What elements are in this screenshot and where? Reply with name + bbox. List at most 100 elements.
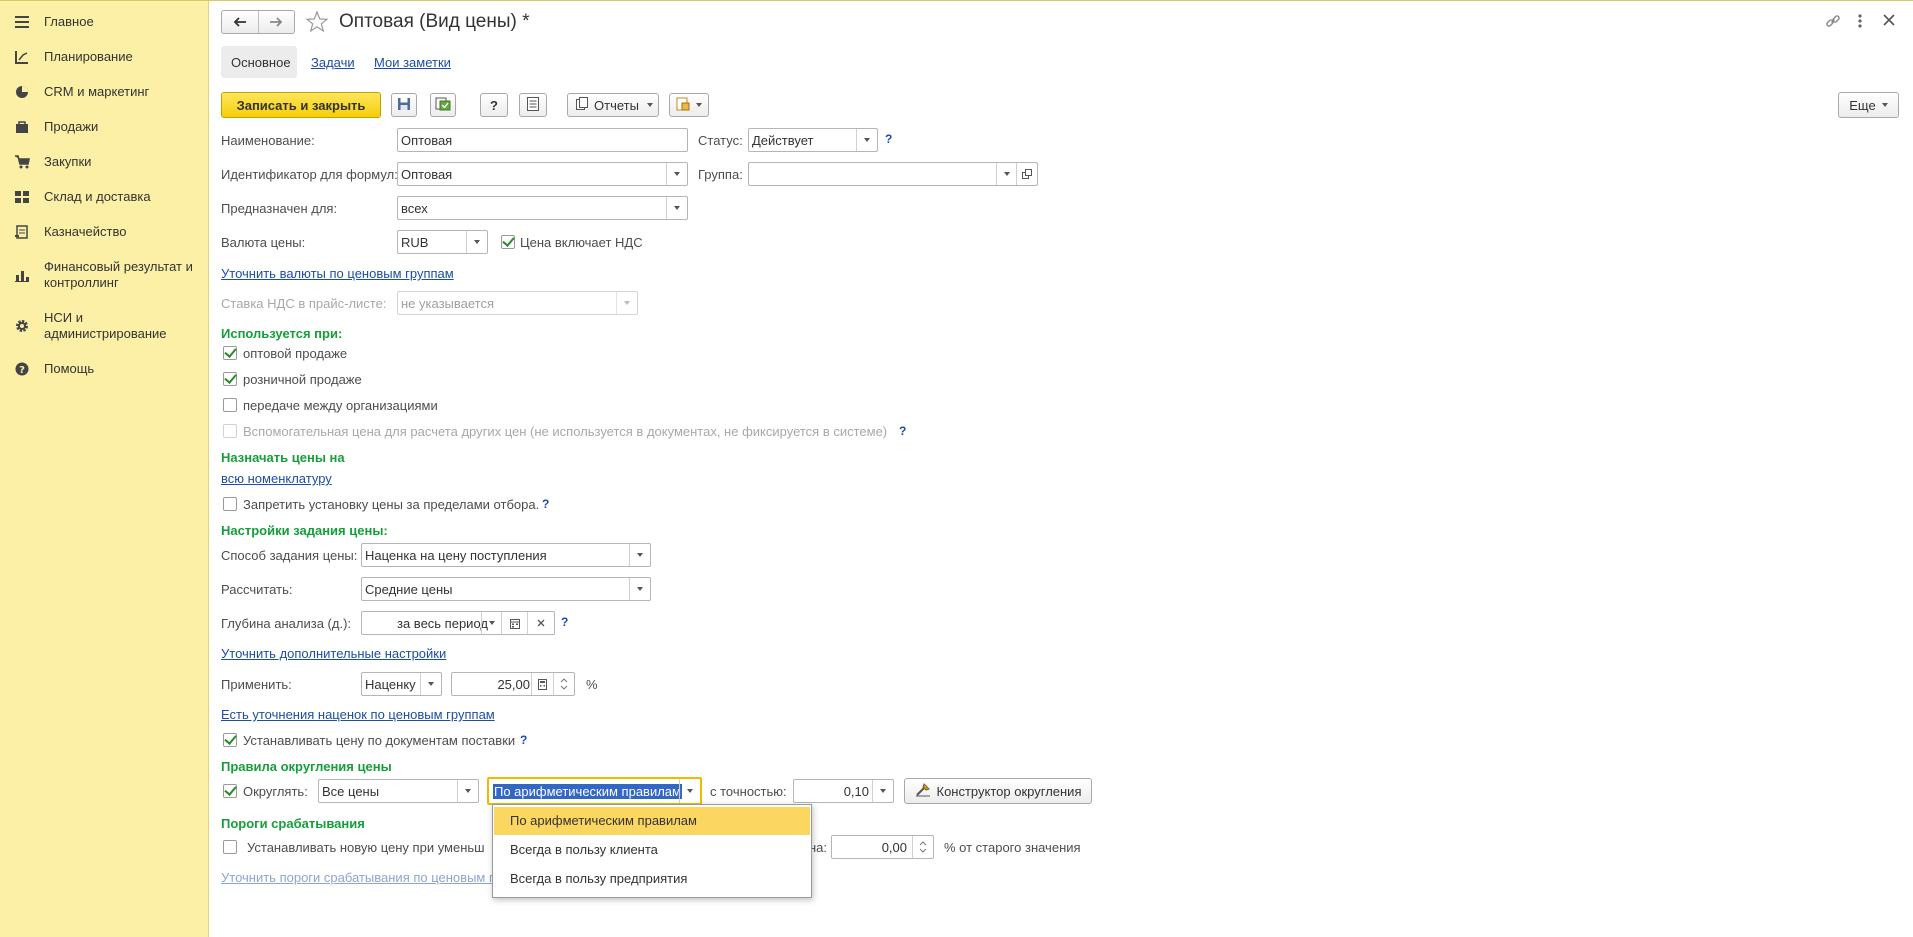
dropdown-option[interactable]: Всегда в пользу клиента bbox=[494, 836, 810, 864]
forbid-help-icon[interactable]: ? bbox=[542, 497, 549, 511]
favorite-star-icon[interactable] bbox=[305, 10, 329, 37]
currency-groups-link[interactable]: Уточнить валюты по ценовым группам bbox=[221, 266, 454, 281]
markup-groups-link[interactable]: Есть уточнения наценок по ценовым группа… bbox=[221, 707, 495, 722]
vat-included-checkbox[interactable] bbox=[501, 235, 515, 249]
sidebar-item-admin[interactable]: НСИ и администрирование bbox=[0, 309, 208, 343]
back-icon[interactable] bbox=[222, 11, 259, 33]
page-title: Оптовая (Вид цены) * bbox=[339, 11, 530, 32]
stepper-icon[interactable] bbox=[912, 836, 933, 858]
apply-select[interactable]: Наценку bbox=[361, 672, 442, 696]
chevron-down-icon[interactable] bbox=[679, 779, 700, 803]
planning-icon bbox=[14, 49, 30, 65]
link-icon[interactable] bbox=[1825, 13, 1841, 32]
sidebar-item-planning[interactable]: Планирование bbox=[0, 48, 208, 66]
chevron-down-icon[interactable] bbox=[856, 129, 877, 151]
close-icon[interactable] bbox=[1883, 14, 1895, 29]
tab-main[interactable]: Основное bbox=[231, 55, 291, 70]
chevron-down-icon bbox=[616, 292, 637, 314]
sidebar-item-purchases[interactable]: Закупки bbox=[0, 153, 208, 171]
clear-icon[interactable] bbox=[527, 612, 554, 634]
rounding-constructor-button[interactable]: Конструктор округления bbox=[904, 778, 1092, 804]
chevron-down-icon[interactable] bbox=[420, 673, 441, 695]
sidebar-item-help[interactable]: ? Помощь bbox=[0, 360, 208, 378]
assign-link[interactable]: всю номенклатуру bbox=[221, 471, 332, 486]
used-transfer-checkbox[interactable] bbox=[223, 398, 237, 412]
status-help-icon[interactable]: ? bbox=[885, 132, 892, 146]
currency-select[interactable]: RUB bbox=[397, 230, 488, 254]
status-select[interactable]: Действует bbox=[748, 128, 878, 152]
calendar-icon[interactable] bbox=[501, 612, 528, 634]
formula-id-label: Идентификатор для формул: bbox=[221, 167, 398, 182]
more-vertical-icon[interactable] bbox=[1855, 13, 1865, 32]
name-label: Наименование: bbox=[221, 133, 315, 148]
depth-help-icon[interactable]: ? bbox=[561, 615, 568, 629]
reports-button[interactable]: Отчеты bbox=[567, 93, 659, 117]
chevron-down-icon[interactable] bbox=[996, 163, 1017, 185]
chevron-down-icon bbox=[1881, 103, 1888, 107]
sidebar-item-label: НСИ и администрирование bbox=[44, 310, 167, 341]
calculator-icon[interactable] bbox=[531, 673, 552, 695]
thresholds-link[interactable]: Уточнить пороги срабатывания по ценовым … bbox=[221, 870, 494, 885]
extra-settings-link[interactable]: Уточнить дополнительные настройки bbox=[221, 646, 446, 661]
more-button[interactable]: Еще bbox=[1838, 92, 1899, 118]
set-by-docs-checkbox[interactable] bbox=[223, 733, 237, 747]
sidebar-item-warehouse[interactable]: Склад и доставка bbox=[0, 188, 208, 206]
sidebar-item-label: CRM и маркетинг bbox=[44, 84, 150, 99]
chevron-down-icon[interactable] bbox=[457, 780, 478, 802]
dropdown-option[interactable]: Всегда в пользу предприятия bbox=[494, 865, 810, 893]
sidebar-item-finance[interactable]: Финансовый результат и контроллинг bbox=[0, 258, 208, 292]
help-button[interactable]: ? bbox=[480, 93, 508, 117]
method-select[interactable]: Наценка на цену поступления bbox=[361, 543, 651, 567]
dropdown-option[interactable]: По арифметическим правилам bbox=[494, 807, 810, 835]
nav-buttons bbox=[221, 10, 295, 34]
sidebar-item-crm[interactable]: CRM и маркетинг bbox=[0, 83, 208, 101]
stepper-icon[interactable] bbox=[553, 673, 574, 695]
sidebar-item-treasury[interactable]: Казначейство bbox=[0, 223, 208, 241]
save-button[interactable] bbox=[391, 93, 417, 117]
cart-icon bbox=[14, 154, 30, 170]
post-button[interactable] bbox=[430, 93, 456, 117]
threshold-checkbox[interactable] bbox=[223, 840, 237, 854]
constructor-icon bbox=[915, 782, 931, 800]
used-aux-help-icon[interactable]: ? bbox=[899, 424, 906, 438]
depth-field[interactable]: за весь период bbox=[361, 611, 555, 635]
chevron-down-icon[interactable] bbox=[629, 544, 650, 566]
sidebar-item-main[interactable]: Главное bbox=[0, 13, 208, 31]
open-icon[interactable] bbox=[1016, 163, 1037, 185]
round-label: Округлять: bbox=[243, 784, 308, 799]
chevron-down-icon[interactable] bbox=[629, 578, 650, 600]
forward-icon[interactable] bbox=[259, 11, 295, 33]
group-field[interactable] bbox=[748, 162, 1038, 186]
group-label: Группа: bbox=[698, 167, 743, 182]
used-wholesale-checkbox[interactable] bbox=[223, 346, 237, 360]
formula-id-field[interactable]: Оптовая bbox=[397, 162, 688, 186]
name-value: Оптовая bbox=[401, 133, 453, 148]
vat-rate-select: не указывается bbox=[397, 291, 638, 315]
apply-amount-field[interactable]: 25,00 bbox=[451, 672, 575, 696]
threshold-field[interactable]: 0,00 bbox=[831, 835, 934, 859]
tab-tasks[interactable]: Задачи bbox=[311, 55, 355, 70]
name-field[interactable]: Оптовая bbox=[397, 128, 688, 152]
chevron-down-icon[interactable] bbox=[666, 197, 687, 219]
calc-select[interactable]: Средние цены bbox=[361, 577, 651, 601]
sidebar-item-sales[interactable]: Продажи bbox=[0, 118, 208, 136]
round-method-select[interactable]: По арифметическим правилам bbox=[487, 777, 702, 805]
precision-select[interactable]: 0,10 bbox=[793, 779, 894, 803]
chevron-down-icon[interactable] bbox=[872, 780, 893, 802]
print-menu-button[interactable] bbox=[669, 93, 709, 117]
round-checkbox[interactable] bbox=[223, 784, 237, 798]
chevron-down-icon[interactable] bbox=[481, 612, 502, 634]
settings-header: Настройки задания цены: bbox=[221, 523, 388, 538]
chevron-down-icon[interactable] bbox=[666, 163, 687, 185]
treasury-icon bbox=[14, 224, 30, 240]
list-button[interactable] bbox=[519, 93, 547, 117]
used-retail-checkbox[interactable] bbox=[223, 372, 237, 386]
set-by-docs-help-icon[interactable]: ? bbox=[520, 733, 527, 747]
intended-select[interactable]: всех bbox=[397, 196, 688, 220]
threshold-suffix: % от старого значения bbox=[944, 840, 1081, 855]
round-scope-select[interactable]: Все цены bbox=[318, 779, 479, 803]
chevron-down-icon[interactable] bbox=[466, 231, 487, 253]
tab-notes[interactable]: Мои заметки bbox=[374, 55, 451, 70]
save-close-button[interactable]: Записать и закрыть bbox=[221, 92, 381, 118]
forbid-checkbox[interactable] bbox=[223, 497, 237, 511]
